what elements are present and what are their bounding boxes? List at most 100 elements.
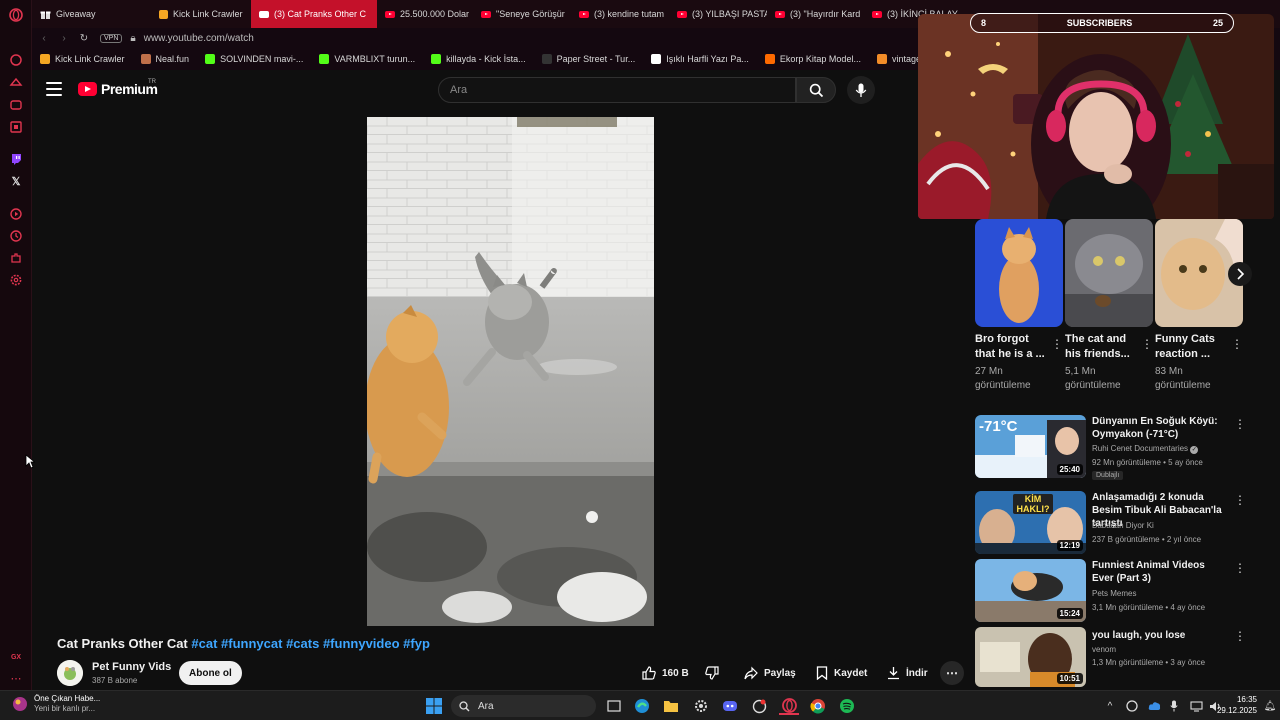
- short-menu-icon[interactable]: ⋮: [1231, 337, 1243, 351]
- notification-bell-icon[interactable]: 🔔︎: [1264, 697, 1277, 715]
- games-icon[interactable]: [9, 76, 23, 90]
- chevron-up-icon[interactable]: ^: [1104, 697, 1116, 715]
- video-menu-icon[interactable]: ⋮: [1234, 561, 1246, 575]
- short-thumbnail[interactable]: [975, 219, 1063, 327]
- twitch-icon[interactable]: [9, 152, 23, 166]
- short-title[interactable]: Bro forgot that he is a ...: [975, 332, 1047, 362]
- channel-name[interactable]: Pet Funny Vids: [92, 661, 171, 673]
- tab-seneye-gorusur[interactable]: "Seneye Görüşür: [473, 0, 571, 28]
- related-video[interactable]: 15:24 Funniest Animal Videos Ever (Part …: [975, 559, 1255, 623]
- vpn-badge[interactable]: VPN: [100, 33, 123, 43]
- hashtag-link[interactable]: #funnycat: [221, 636, 282, 651]
- related-channel[interactable]: Babacan Diyor Ki: [1092, 521, 1154, 530]
- related-video[interactable]: KİM HAKLI? 12:19 Anlaşamadığı 2 konuda B…: [975, 491, 1255, 555]
- video-player[interactable]: [367, 117, 654, 626]
- url-field[interactable]: www.youtube.com/watch: [144, 33, 254, 44]
- related-thumbnail[interactable]: KİM HAKLI? 12:19: [975, 491, 1086, 554]
- short-item[interactable]: The cat and his friends... 5,1 Mn görünt…: [1065, 219, 1153, 391]
- video-menu-icon[interactable]: ⋮: [1234, 629, 1246, 643]
- gx-corner-icon[interactable]: [9, 120, 23, 134]
- app-icon[interactable]: [750, 697, 768, 715]
- short-menu-icon[interactable]: ⋮: [1141, 337, 1153, 351]
- hashtag-link[interactable]: #fyp: [403, 636, 430, 651]
- search-input[interactable]: [439, 78, 795, 102]
- related-video[interactable]: 10:51 you laugh, you lose venom 1,3 Mn g…: [975, 627, 1255, 687]
- tab-25500000-dolar[interactable]: 25.500.000 Dolar: [377, 0, 473, 28]
- more-icon[interactable]: ⋯: [9, 671, 23, 685]
- short-thumbnail[interactable]: [1065, 219, 1153, 327]
- video-menu-icon[interactable]: ⋮: [1234, 493, 1246, 507]
- back-icon[interactable]: ‹: [36, 33, 52, 44]
- bookmark-item[interactable]: Paper Street - Tur...: [534, 54, 644, 64]
- subscribe-button[interactable]: Abone ol: [179, 661, 242, 685]
- tab-cat-pranks[interactable]: (3) Cat Pranks Other C: [251, 0, 377, 28]
- cloud-icon[interactable]: [1147, 697, 1161, 715]
- player-icon[interactable]: [9, 207, 23, 221]
- bookmark-item[interactable]: Kick Link Crawler: [32, 54, 133, 64]
- dislike-button[interactable]: [705, 661, 719, 685]
- tab-hayirdir-kard[interactable]: (3) "Hayırdır Kard: [767, 0, 864, 28]
- mic-tray-icon[interactable]: [1168, 697, 1180, 715]
- short-item[interactable]: Bro forgot that he is a ... 27 Mn görünt…: [975, 219, 1063, 391]
- related-thumbnail[interactable]: 10:51: [975, 627, 1086, 687]
- hashtag-link[interactable]: #cat: [191, 636, 217, 651]
- related-title[interactable]: you laugh, you lose: [1092, 629, 1227, 642]
- task-view-icon[interactable]: [605, 697, 623, 715]
- share-button[interactable]: Paylaş: [744, 661, 796, 685]
- bookmark-item[interactable]: Neal.fun: [133, 54, 198, 64]
- video-menu-icon[interactable]: ⋮: [1234, 417, 1246, 431]
- extensions-icon[interactable]: [9, 251, 23, 265]
- bookmark-item[interactable]: VARMBLIXT turun...: [311, 54, 423, 64]
- save-button[interactable]: Kaydet: [816, 661, 867, 685]
- windows-start-icon[interactable]: [425, 697, 443, 715]
- bookmark-item[interactable]: killayda - Kick İsta...: [423, 54, 534, 64]
- network-icon[interactable]: [1189, 697, 1203, 715]
- settings-gear-icon[interactable]: [692, 697, 710, 715]
- related-thumbnail[interactable]: 15:24: [975, 559, 1086, 622]
- youtube-premium-logo[interactable]: Premium TR: [78, 79, 158, 97]
- tab-yilbasi-pasta[interactable]: (3) YILBAŞI PASTA: [669, 0, 767, 28]
- shorts-next-button[interactable]: [1228, 262, 1252, 286]
- taskbar-search[interactable]: Ara: [451, 695, 596, 717]
- forward-icon[interactable]: ›: [56, 33, 72, 44]
- more-actions-button[interactable]: ⋯: [940, 661, 964, 685]
- hashtag-link[interactable]: #funnyvideo: [323, 636, 400, 651]
- short-menu-icon[interactable]: ⋮: [1051, 337, 1063, 351]
- voice-search-button[interactable]: [847, 76, 875, 104]
- gx-control-icon[interactable]: GX: [9, 650, 23, 664]
- news-widget[interactable]: Öne Çıkan Habe... Yeni bir kanlı pr...: [12, 694, 100, 714]
- tab-giveaway[interactable]: Giveaway: [32, 0, 151, 28]
- related-channel[interactable]: venom: [1092, 645, 1116, 654]
- settings-icon[interactable]: [9, 273, 23, 287]
- download-button[interactable]: İndir: [887, 661, 928, 685]
- short-title[interactable]: Funny Cats reaction ...: [1155, 332, 1227, 362]
- related-title[interactable]: Dünyanın En Soğuk Köyü: Oymyakon (-71°C): [1092, 415, 1227, 441]
- related-channel[interactable]: Ruhi Cenet Documentaries ✓: [1092, 444, 1199, 454]
- bookmark-item[interactable]: Ekorp Kitap Model...: [757, 54, 869, 64]
- related-title[interactable]: Funniest Animal Videos Ever (Part 3): [1092, 559, 1227, 585]
- x-twitter-icon[interactable]: 𝕏: [9, 174, 23, 188]
- tab-kick-link-crawler[interactable]: Kick Link Crawler: [151, 0, 251, 28]
- related-thumbnail[interactable]: -71°C 25:40: [975, 415, 1086, 478]
- like-button[interactable]: 160 B: [642, 661, 689, 685]
- tab-kendine-tutam[interactable]: (3) kendine tutam: [571, 0, 669, 28]
- reload-icon[interactable]: ↻: [76, 33, 92, 44]
- channel-avatar[interactable]: [57, 660, 83, 686]
- related-video[interactable]: -71°C 25:40 Dünyanın En Soğuk Köyü: Oymy…: [975, 415, 1255, 480]
- file-explorer-icon[interactable]: [662, 697, 680, 715]
- hashtag-link[interactable]: #cats: [286, 636, 319, 651]
- short-title[interactable]: The cat and his friends...: [1065, 332, 1137, 362]
- lock-icon[interactable]: 🔒︎: [130, 33, 135, 44]
- aria-icon[interactable]: [9, 53, 23, 67]
- bookmark-item[interactable]: SOLVINDEN mavi-...: [197, 54, 311, 64]
- tray-app-icon[interactable]: [1125, 697, 1139, 715]
- bookmark-item[interactable]: Işıklı Harfli Yazı Pa...: [643, 54, 757, 64]
- search-button[interactable]: [796, 77, 836, 103]
- chrome-icon[interactable]: [809, 697, 827, 715]
- opera-logo-icon[interactable]: [9, 8, 23, 22]
- edge-icon[interactable]: [633, 697, 651, 715]
- system-clock[interactable]: 16:35 29.12.2025: [1217, 694, 1257, 716]
- discord-icon[interactable]: [721, 697, 739, 715]
- hamburger-menu-icon[interactable]: [46, 82, 62, 96]
- messenger-icon[interactable]: [9, 98, 23, 112]
